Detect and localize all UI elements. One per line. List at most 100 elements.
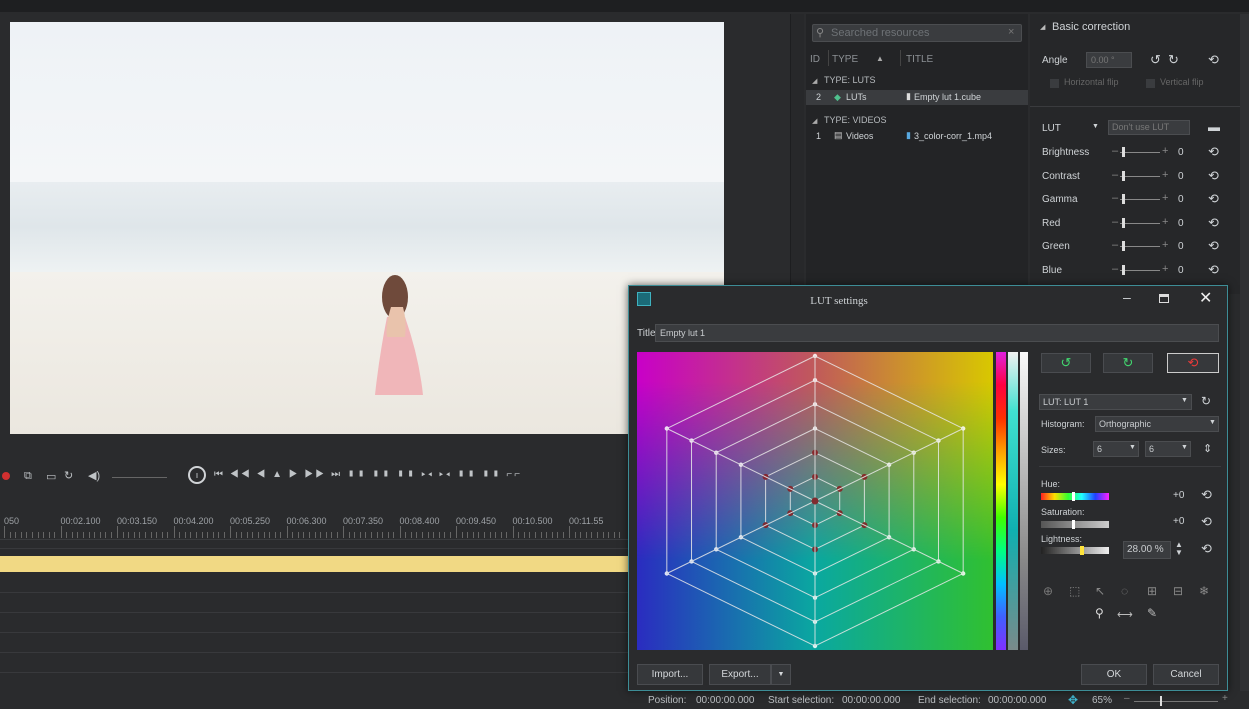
slider-minus[interactable]: – — [1112, 169, 1118, 181]
remove-select-icon[interactable]: ⊟ — [1173, 584, 1183, 598]
eyedropper-icon[interactable]: ✎ — [1147, 606, 1157, 620]
add-select-icon[interactable]: ⊞ — [1147, 584, 1157, 598]
pointer-icon[interactable]: ↖ — [1095, 584, 1105, 598]
cancel-button[interactable]: Cancel — [1153, 664, 1219, 685]
slider-handle[interactable] — [1122, 147, 1125, 157]
trim-icon[interactable]: ⧉ — [24, 470, 32, 483]
transport-controls[interactable]: ⏮ ◀◀ ◀ ▲ ▶ ▶▶ ⏭ ▮▮ ▮▮ ▮▮ ▸◂ ▸◂ ▮▮ ▮▮ ⌐⌐ — [214, 469, 522, 480]
slider-track[interactable] — [1120, 175, 1160, 177]
rotate-right-icon[interactable]: ↻ — [1168, 52, 1179, 68]
select-icon[interactable]: ⬚ — [1069, 584, 1080, 598]
clock-icon[interactable]: ı — [188, 466, 206, 484]
search-clear-icon[interactable]: × — [1008, 26, 1014, 38]
lightness-slider-handle[interactable] — [1080, 546, 1084, 555]
saturation-strip[interactable] — [1008, 352, 1018, 650]
slider-plus[interactable]: + — [1162, 239, 1168, 251]
zoom-fit-icon[interactable]: ✥ — [1068, 693, 1078, 707]
expand-group-icon[interactable]: ◢ — [812, 117, 817, 125]
chevron-down-icon[interactable]: ▼ — [1209, 419, 1216, 426]
angle-input[interactable]: 0.00 ° — [1086, 52, 1132, 68]
group-label[interactable]: TYPE: LUTS — [824, 75, 876, 85]
vflip-checkbox[interactable] — [1146, 79, 1155, 88]
saturation-slider-handle[interactable] — [1072, 520, 1075, 529]
column-type[interactable]: TYPE — [832, 54, 858, 65]
slider-minus[interactable]: – — [1112, 145, 1118, 157]
slider-handle[interactable] — [1122, 264, 1125, 275]
folder-icon[interactable]: ▬ — [1208, 120, 1220, 134]
hue-strip[interactable] — [996, 352, 1006, 650]
add-point-icon[interactable]: ⊕ — [1043, 584, 1053, 598]
reset-button[interactable]: ⟲ — [1167, 353, 1219, 373]
slider-track[interactable] — [1120, 246, 1160, 247]
pin-icon[interactable]: ⚲ — [1095, 606, 1104, 620]
chevron-down-icon[interactable]: ▼ — [1129, 444, 1136, 451]
export-button[interactable]: Export... — [709, 664, 771, 685]
slider-handle[interactable] — [1122, 217, 1125, 228]
group-label[interactable]: TYPE: VIDEOS — [824, 115, 887, 125]
reset-icon[interactable]: ⟲ — [1208, 238, 1219, 254]
slider-minus[interactable]: – — [1112, 192, 1118, 204]
hflip-checkbox[interactable] — [1050, 79, 1059, 88]
zoom-slider[interactable] — [1134, 701, 1218, 702]
record-icon[interactable] — [2, 472, 10, 480]
slider-track[interactable] — [1120, 199, 1160, 200]
lightness-slider[interactable] — [1041, 547, 1109, 554]
slider-track[interactable] — [1120, 222, 1160, 224]
slider-minus[interactable]: – — [1112, 239, 1118, 251]
slider-plus[interactable]: + — [1162, 145, 1168, 157]
panel-scrollbar[interactable] — [1240, 14, 1249, 691]
timeline-ruler[interactable]: 050 00:02.100 00:03.150 00:04.200 00:05.250 0… — [0, 512, 628, 540]
reset-icon[interactable]: ⟲ — [1201, 487, 1212, 503]
column-title[interactable]: TITLE — [906, 54, 933, 65]
section-title[interactable]: Basic correction — [1052, 21, 1130, 33]
lightness-strip[interactable] — [1020, 352, 1028, 650]
slider-plus[interactable]: + — [1162, 192, 1168, 204]
reset-icon[interactable]: ⟲ — [1208, 144, 1219, 160]
slider-plus[interactable]: + — [1162, 169, 1168, 181]
redo-button[interactable]: ↻ — [1103, 353, 1153, 373]
reset-icon[interactable]: ⟲ — [1201, 514, 1212, 530]
slider-handle[interactable] — [1122, 194, 1125, 204]
reset-icon[interactable]: ⟲ — [1201, 541, 1212, 557]
chevron-down-icon[interactable]: ▼ — [1181, 444, 1188, 451]
ok-button[interactable]: OK — [1081, 664, 1147, 685]
reset-icon[interactable]: ⟲ — [1208, 262, 1219, 278]
hue-slider-handle[interactable] — [1072, 492, 1075, 501]
maximize-icon[interactable] — [1159, 294, 1169, 303]
rotate-left-icon[interactable]: ↺ — [1150, 52, 1161, 68]
panel-splitter[interactable] — [790, 14, 804, 294]
volume-slider[interactable] — [112, 477, 167, 478]
slider-handle[interactable] — [1122, 241, 1125, 251]
import-button[interactable]: Import... — [637, 664, 703, 685]
split-icon[interactable]: ▭ — [46, 470, 56, 483]
reset-icon[interactable]: ⟲ — [1208, 215, 1219, 231]
slider-plus[interactable]: + — [1162, 263, 1168, 275]
saturation-slider[interactable] — [1041, 521, 1109, 528]
zoom-in-icon[interactable]: + — [1222, 693, 1228, 704]
title-input[interactable]: Empty lut 1 — [655, 324, 1219, 342]
minimize-icon[interactable]: – — [1123, 289, 1131, 305]
collapse-icon[interactable]: ◢ — [1040, 23, 1045, 31]
slider-plus[interactable]: + — [1162, 216, 1168, 228]
reset-icon[interactable]: ⟲ — [1208, 191, 1219, 207]
zoom-out-icon[interactable]: – — [1124, 693, 1130, 704]
hue-slider[interactable] — [1041, 493, 1109, 500]
expand-group-icon[interactable]: ◢ — [812, 77, 817, 85]
swap-icon[interactable]: ⟷ — [1117, 608, 1133, 621]
lasso-icon[interactable]: ◌ — [1121, 584, 1128, 598]
slider-track[interactable] — [1120, 152, 1160, 153]
snowflake-icon[interactable]: ❄ — [1199, 584, 1209, 598]
volume-icon[interactable]: ◀) — [88, 469, 100, 482]
spinner-icon[interactable]: ▲ ▼ — [1175, 541, 1183, 557]
link-icon[interactable]: ⇕ — [1203, 442, 1212, 455]
reset-icon[interactable]: ⟲ — [1208, 52, 1219, 68]
slider-handle[interactable] — [1122, 170, 1125, 181]
lut-select[interactable]: Don't use LUT — [1108, 120, 1190, 135]
histogram-select[interactable]: Orthographic — [1095, 416, 1219, 432]
slider-minus[interactable]: – — [1112, 216, 1118, 228]
lut-center-node[interactable] — [811, 497, 819, 505]
zoom-slider-handle[interactable] — [1160, 696, 1162, 706]
chevron-down-icon[interactable]: ▼ — [1092, 123, 1099, 130]
slider-minus[interactable]: – — [1112, 263, 1118, 275]
column-id[interactable]: ID — [810, 54, 820, 65]
